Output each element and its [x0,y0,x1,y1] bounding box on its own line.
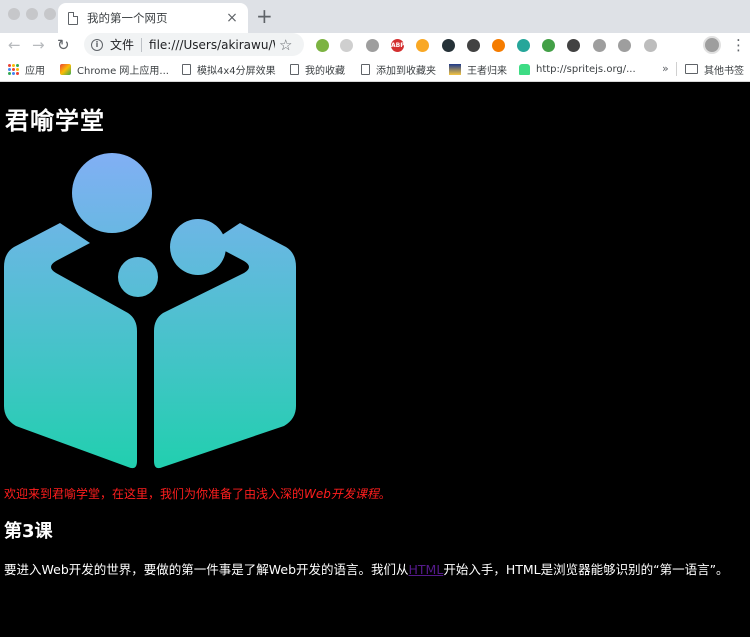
window-minimize-button[interactable] [26,8,38,20]
scheme-label: 文件 [110,38,135,52]
paragraph-end: 开始入手，HTML是浏览器能够识别的“第一语言”。 [443,562,729,577]
lesson-heading: 第3课 [4,521,53,542]
lesson-paragraph: 要进入Web开发的世界，要做的第一件事是了解Web开发的语言。我们从HTML开始… [4,559,729,578]
intro-text-main: 欢迎来到君喻学堂，在这里，我们为你准备了由浅入深的 [4,487,305,501]
bookmark-other-folder[interactable]: 其他书签 [685,57,744,81]
bookmark-label: 添加到收藏夹 [376,65,436,77]
paragraph-start: 要进入Web开发的世界，要做的第一件事是了解Web开发的语言。我们从 [4,562,409,577]
ext-shield-icon[interactable] [467,39,480,52]
page-viewport: 君喻学堂 欢迎来到君喻学堂，在这里，我们为你准备了由浅入深的Web开发课程。 第… [0,83,750,637]
android-icon [519,63,530,75]
ext-orange-icon[interactable] [492,39,505,52]
ext-wechat-icon[interactable] [542,39,555,52]
bookmark-label: http://spritejs.org/... [536,63,636,75]
ext-vue-icon[interactable] [593,39,606,52]
tab-active[interactable]: 我的第一个网页 × [58,3,248,33]
chrome-store-icon [60,63,71,75]
intro-emphasis: Web开发课程 [304,487,379,501]
ext-save-icon[interactable] [366,39,379,52]
bookmark-label: 应用 [25,65,45,77]
ext-pin-icon[interactable] [644,39,657,52]
bookmarks-overflow-button[interactable]: » [662,62,669,75]
bookmark-label: 王者归来 [467,65,507,77]
address-bar[interactable]: i 文件 file:///Users/akirawu/W... ☆ [84,33,304,56]
ext-green-circle-icon[interactable] [316,39,329,52]
bookmark-split-screen[interactable]: 模拟4x4分屏效果 [182,57,276,81]
bookmarks-bar: 应用 Chrome 网上应用... 模拟4x4分屏效果 我的收藏 添加到收藏夹 … [0,57,750,82]
bookmark-label: 其他书签 [704,65,744,77]
intro-text-end: 。 [378,487,391,501]
back-arrow-icon[interactable]: ← [8,35,21,55]
bookmark-label: Chrome 网上应用... [77,65,169,77]
bookmark-label: 模拟4x4分屏效果 [197,65,276,77]
ext-refresh-icon[interactable] [618,39,631,52]
info-icon[interactable]: i [91,38,103,51]
menu-kebab-icon[interactable]: ⋮ [731,36,746,54]
html-link[interactable]: HTML [409,562,444,577]
school-logo [4,153,296,469]
window-zoom-button[interactable] [44,8,56,20]
bookmark-chrome-store[interactable]: Chrome 网上应用... [60,57,169,81]
bookmark-spritejs[interactable]: http://spritejs.org/... [519,57,636,81]
browser-toolbar: ← → ↻ i 文件 file:///Users/akirawu/W... ☆ … [0,33,750,57]
page-icon [290,63,299,75]
page-icon [182,63,191,75]
intro-text: 欢迎来到君喻学堂，在这里，我们为你准备了由浅入深的Web开发课程。 [4,485,391,502]
ext-abp-icon[interactable]: ABP [391,39,405,52]
new-tab-button[interactable]: + [256,5,273,27]
bookmark-add-favorites[interactable]: 添加到收藏夹 [361,57,436,81]
tab-title: 我的第一个网页 [87,11,168,25]
bookmark-label: 我的收藏 [305,65,345,77]
bookmark-king-return[interactable]: 王者归来 [449,57,507,81]
bookmarks-divider [676,62,677,76]
page-title: 君喻学堂 [5,107,105,135]
url-text[interactable]: file:///Users/akirawu/W... [149,38,275,52]
tab-strip: 我的第一个网页 × + [0,0,750,33]
bookmark-favorites[interactable]: 我的收藏 [290,57,345,81]
profile-avatar[interactable] [703,36,721,54]
ext-grey-circle-icon[interactable] [340,39,353,52]
window-close-button[interactable] [8,8,20,20]
page-icon [68,11,78,25]
bookmark-apps[interactable]: 应用 [8,57,45,81]
forward-arrow-icon[interactable]: → [32,35,45,55]
apps-grid-icon [8,63,19,75]
ext-pen-icon[interactable] [567,39,580,52]
reload-icon[interactable]: ↻ [57,35,70,55]
image-icon [449,63,461,75]
ext-cookie-icon[interactable] [416,39,429,52]
omnibox-divider [141,37,143,52]
page-icon [361,63,370,75]
bookmark-star-icon[interactable]: ☆ [279,36,292,54]
tab-close-button[interactable]: × [224,10,240,26]
folder-icon [685,64,698,74]
ext-fire-icon[interactable] [442,39,455,52]
ext-teal-icon[interactable] [517,39,530,52]
